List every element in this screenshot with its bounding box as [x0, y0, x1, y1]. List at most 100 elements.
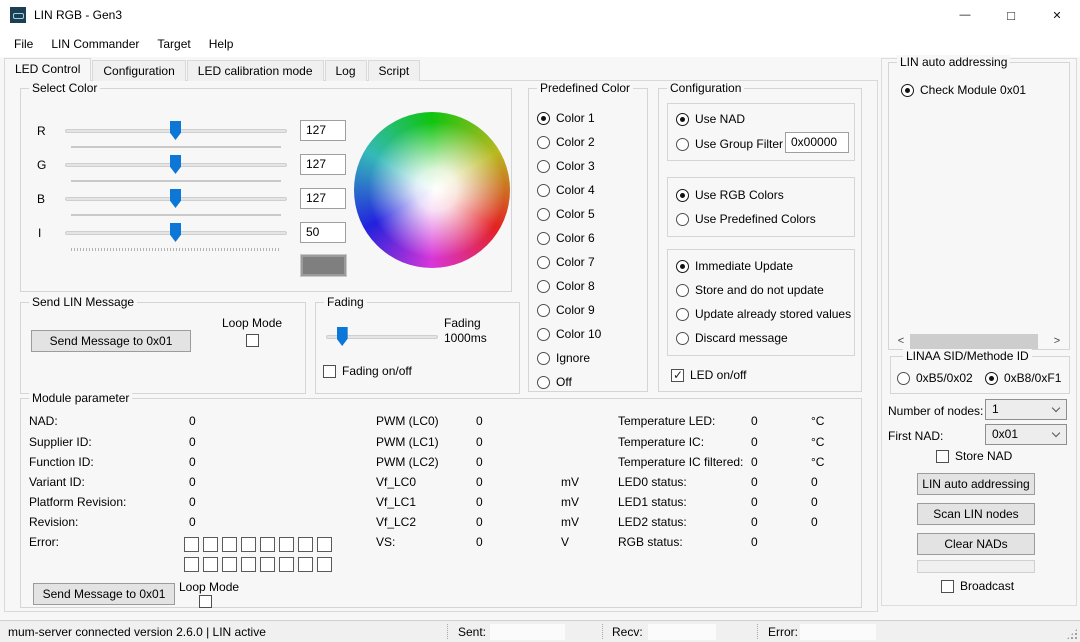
tab-led-calibration-mode[interactable]: LED calibration mode	[187, 60, 324, 81]
green-value-field[interactable]: 127	[300, 154, 346, 175]
radio-icon	[897, 372, 910, 385]
error-checkbox[interactable]	[317, 557, 332, 572]
slider-thumb[interactable]	[170, 223, 181, 242]
error-checkbox[interactable]	[184, 537, 199, 552]
blue-value-field[interactable]: 127	[300, 188, 346, 209]
error-checkbox[interactable]	[222, 557, 237, 572]
menu-help[interactable]: Help	[200, 33, 243, 55]
scroll-right-arrow-icon[interactable]: >	[1050, 333, 1064, 350]
radio-check-module[interactable]: Check Module 0x01	[901, 83, 1026, 97]
green-slider[interactable]	[65, 155, 287, 185]
clear-nads-button[interactable]: Clear NADs	[917, 533, 1035, 555]
loop-mode-checkbox[interactable]	[246, 333, 259, 347]
error-checkbox[interactable]	[317, 537, 332, 552]
tab-led-control[interactable]: LED Control	[4, 58, 91, 81]
intensity-slider[interactable]	[65, 223, 287, 253]
error-checkbox[interactable]	[241, 557, 256, 572]
radio-color-9[interactable]: Color 9	[537, 303, 595, 317]
scrollbar-thumb[interactable]	[910, 334, 1038, 349]
error-checkbox[interactable]	[279, 537, 294, 552]
radio-use-rgb-colors[interactable]: Use RGB Colors	[676, 188, 784, 202]
tab-script[interactable]: Script	[368, 60, 421, 81]
radio-label: Color 3	[556, 159, 595, 173]
error-checkbox[interactable]	[260, 557, 275, 572]
loop-mode-label: Loop Mode	[222, 316, 282, 330]
horizontal-scrollbar[interactable]: < >	[894, 333, 1064, 350]
maximize-button[interactable]: □	[988, 0, 1034, 30]
loop-mode-checkbox-bottom[interactable]	[199, 594, 212, 608]
scroll-left-arrow-icon[interactable]: <	[894, 333, 908, 350]
window-title: LIN RGB - Gen3	[34, 8, 122, 22]
tab-configuration[interactable]: Configuration	[92, 60, 185, 81]
function-id-label: Function ID:	[29, 455, 94, 469]
radio-color-7[interactable]: Color 7	[537, 255, 595, 269]
radio-use-group-filter[interactable]: Use Group Filter	[676, 137, 783, 151]
scan-lin-nodes-button[interactable]: Scan LIN nodes	[917, 503, 1035, 525]
error-checkbox[interactable]	[260, 537, 275, 552]
scrollbar-track[interactable]	[908, 334, 1050, 349]
error-checkbox[interactable]	[203, 537, 218, 552]
fading-onoff-checkbox[interactable]: Fading on/off	[323, 364, 412, 378]
group-filter-field[interactable]: 0x00000	[785, 132, 849, 153]
radio-discard-message[interactable]: Discard message	[676, 331, 788, 345]
minimize-icon: —	[960, 9, 971, 21]
slider-thumb[interactable]	[170, 121, 181, 140]
red-value-field[interactable]: 127	[300, 120, 346, 141]
menu-lin-commander[interactable]: LIN Commander	[42, 33, 148, 55]
radio-label: Store and do not update	[695, 283, 824, 297]
radio-color-1[interactable]: Color 1	[537, 111, 595, 125]
radio-color-10[interactable]: Color 10	[537, 327, 601, 341]
slider-thumb[interactable]	[170, 189, 181, 208]
close-button[interactable]: ✕	[1034, 0, 1080, 30]
broadcast-checkbox[interactable]: Broadcast	[941, 579, 1014, 593]
error-checkbox[interactable]	[298, 557, 313, 572]
radio-0xb5-0x02[interactable]: 0xB5/0x02	[897, 371, 973, 385]
radio-color-5[interactable]: Color 5	[537, 207, 595, 221]
lin-auto-addressing-button[interactable]: LIN auto addressing	[917, 473, 1035, 495]
radio-ignore[interactable]: Ignore	[537, 351, 590, 365]
error-checkbox[interactable]	[241, 537, 256, 552]
resize-grip[interactable]	[1066, 628, 1078, 640]
red-slider[interactable]	[65, 121, 287, 151]
error-checkbox[interactable]	[298, 537, 313, 552]
connection-status-text: mum-server connected version 2.6.0 | LIN…	[8, 625, 266, 639]
radio-color-8[interactable]: Color 8	[537, 279, 595, 293]
send-message-button[interactable]: Send Message to 0x01	[31, 330, 191, 352]
tab-log[interactable]: Log	[325, 60, 367, 81]
radio-use-nad[interactable]: Use NAD	[676, 112, 745, 126]
error-checkbox[interactable]	[222, 537, 237, 552]
minimize-button[interactable]: —	[942, 0, 988, 30]
send-message-button-bottom[interactable]: Send Message to 0x01	[33, 583, 175, 605]
radio-color-6[interactable]: Color 6	[537, 231, 595, 245]
led2-status-value: 0	[751, 515, 758, 529]
intensity-value-field[interactable]: 50	[300, 222, 346, 243]
vs-value: 0	[476, 535, 483, 549]
number-of-nodes-combo[interactable]: 1	[985, 399, 1067, 420]
store-nad-checkbox[interactable]: Store NAD	[936, 449, 1012, 463]
error-checkbox[interactable]	[203, 557, 218, 572]
radio-off[interactable]: Off	[537, 375, 572, 389]
color-wheel[interactable]	[354, 112, 510, 268]
close-icon: ✕	[1052, 9, 1061, 22]
radio-icon	[537, 376, 550, 389]
slider-thumb[interactable]	[337, 327, 348, 346]
radio-store-and-do-not-update[interactable]: Store and do not update	[676, 283, 824, 297]
first-nad-combo[interactable]: 0x01	[985, 424, 1067, 445]
menu-file[interactable]: File	[5, 33, 42, 55]
slider-thumb[interactable]	[170, 155, 181, 174]
radio-immediate-update[interactable]: Immediate Update	[676, 259, 793, 273]
radio-color-3[interactable]: Color 3	[537, 159, 595, 173]
radio-color-4[interactable]: Color 4	[537, 183, 595, 197]
checkbox-icon	[246, 334, 259, 347]
radio-0xb8-0xf1[interactable]: 0xB8/0xF1	[985, 371, 1061, 385]
radio-color-2[interactable]: Color 2	[537, 135, 595, 149]
led-onoff-checkbox[interactable]: LED on/off	[671, 368, 746, 382]
menu-target[interactable]: Target	[148, 33, 199, 55]
error-checkbox[interactable]	[184, 557, 199, 572]
function-id-value: 0	[189, 455, 196, 469]
blue-slider[interactable]	[65, 189, 287, 219]
fading-slider[interactable]	[326, 327, 438, 357]
radio-use-predefined-colors[interactable]: Use Predefined Colors	[676, 212, 816, 226]
radio-update-already-stored-values[interactable]: Update already stored values	[676, 307, 851, 321]
error-checkbox[interactable]	[279, 557, 294, 572]
